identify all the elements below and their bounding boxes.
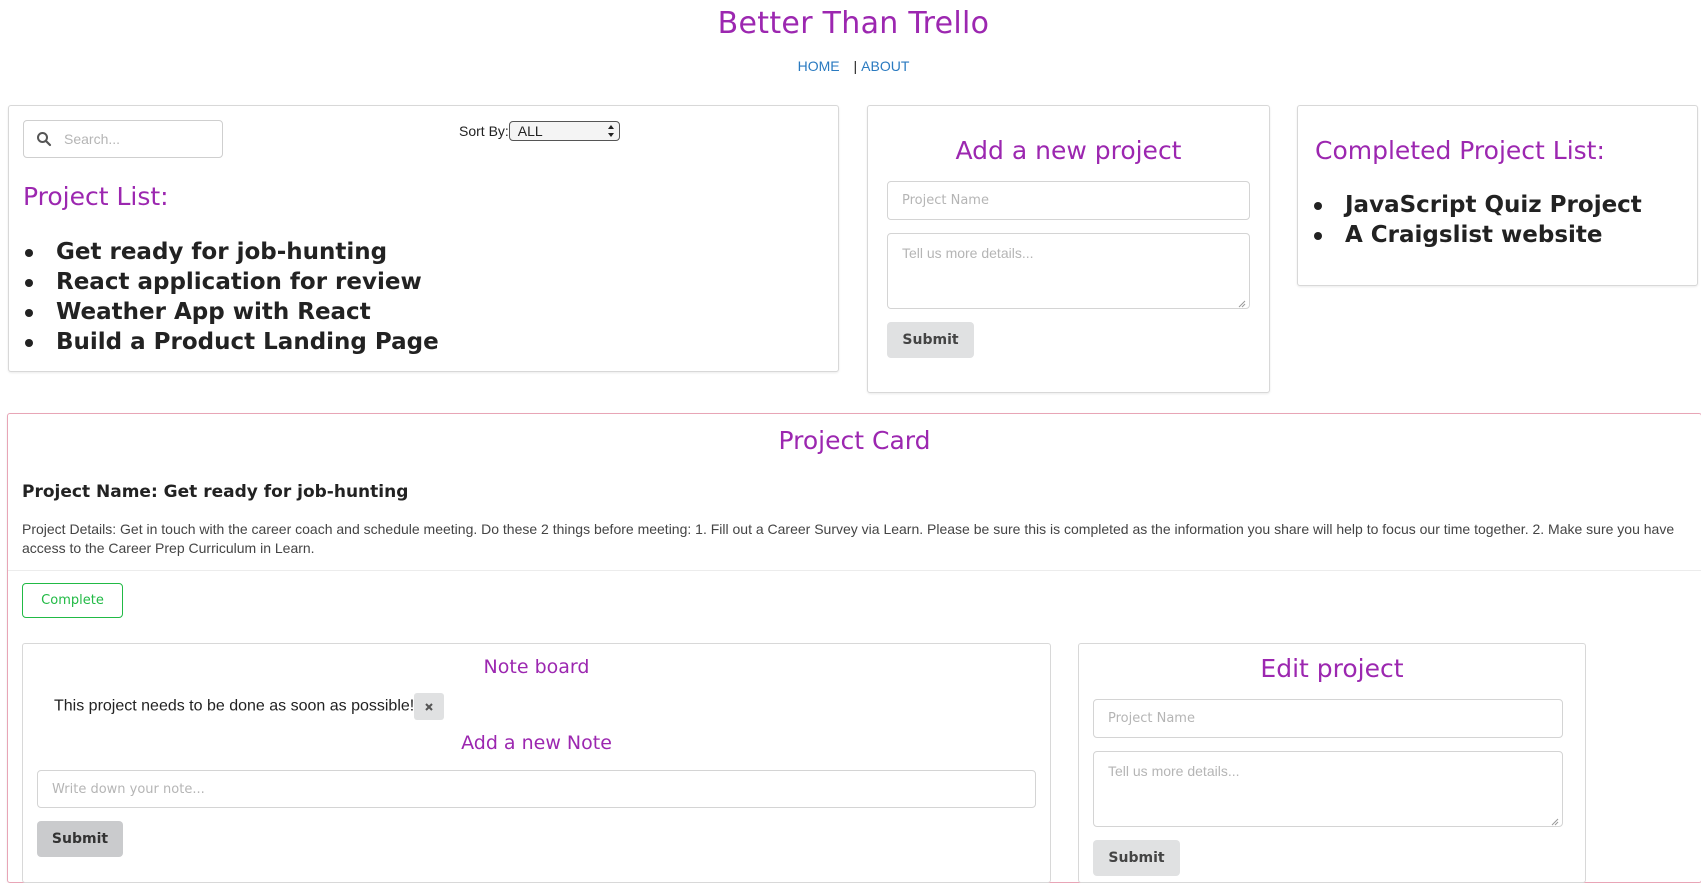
search-icon — [36, 131, 52, 147]
note-text: This project needs to be done as soon as… — [54, 697, 415, 715]
nav-home-link[interactable]: HOME — [798, 58, 840, 74]
note-board-heading: Note board — [483, 656, 590, 678]
project-list-item-label: React application for review — [56, 269, 422, 295]
edit-project-name-input[interactable] — [1094, 700, 1562, 737]
resize-grip-icon[interactable] — [1551, 815, 1559, 826]
add-note-heading: Add a new Note — [461, 732, 612, 754]
project-list-panel: Sort By: ALL Project List: Get ready for … — [8, 105, 839, 372]
project-list-item[interactable]: Get ready for job-hunting — [23, 237, 439, 267]
sort-control: Sort By: ALL — [459, 121, 620, 141]
bullet-icon — [25, 309, 33, 317]
note-input[interactable] — [38, 771, 1035, 807]
note-board-panel: Note board This project needs to be done… — [22, 643, 1051, 883]
project-list: Get ready for job-hunting React applicat… — [23, 237, 439, 357]
edit-project-submit-button[interactable]: Submit — [1093, 840, 1180, 876]
project-details-field[interactable] — [887, 233, 1250, 309]
completed-project-heading: Completed Project List: — [1315, 136, 1605, 165]
search-input[interactable] — [62, 129, 212, 149]
completed-list-item-label: A Craigslist website — [1345, 222, 1603, 248]
site-title: Better Than Trello — [717, 6, 990, 41]
project-list-item-label: Build a Product Landing Page — [56, 329, 439, 355]
project-details-textarea[interactable] — [888, 234, 1249, 308]
edit-project-name-field[interactable] — [1093, 699, 1563, 738]
project-list-item-label: Get ready for job-hunting — [56, 239, 388, 265]
edit-project-details-field[interactable] — [1093, 751, 1563, 827]
bullet-icon — [1314, 232, 1322, 240]
nav-separator: | — [853, 58, 858, 74]
project-name-field[interactable] — [887, 181, 1250, 220]
project-card-details: Project Details: Get in touch with the c… — [22, 521, 1675, 556]
select-arrows-icon — [607, 124, 615, 138]
project-card: Project Card Project Name: Get ready for… — [7, 413, 1701, 883]
sort-label: Sort By: — [459, 123, 509, 139]
project-card-name: Project Name: Get ready for job-hunting — [22, 482, 409, 502]
note-item: This project needs to be done as soon as… — [54, 693, 445, 720]
bullet-icon — [25, 249, 33, 257]
project-list-heading: Project List: — [23, 182, 169, 211]
project-list-item[interactable]: Build a Product Landing Page — [23, 327, 439, 357]
edit-project-heading: Edit project — [1260, 654, 1404, 683]
sort-select-value: ALL — [517, 123, 543, 139]
project-list-item[interactable]: Weather App with React — [23, 297, 439, 327]
project-card-heading: Project Card — [778, 426, 931, 455]
edit-project-panel: Edit project Submit — [1078, 643, 1586, 883]
project-list-item-label: Weather App with React — [56, 299, 371, 325]
bullet-icon — [1314, 202, 1322, 210]
completed-list-item[interactable]: A Craigslist website — [1312, 220, 1642, 250]
nav-about-link[interactable]: ABOUT — [861, 58, 909, 74]
card-divider — [8, 570, 1701, 571]
add-note-submit-button[interactable]: Submit — [37, 821, 123, 857]
add-project-submit-button[interactable]: Submit — [887, 322, 974, 358]
add-project-panel: Add a new project Submit — [867, 105, 1270, 393]
project-list-item[interactable]: React application for review — [23, 267, 439, 297]
add-project-heading: Add a new project — [955, 136, 1182, 165]
complete-button[interactable]: Complete — [22, 583, 123, 618]
edit-project-details-textarea[interactable] — [1094, 752, 1562, 826]
top-nav: HOME | ABOUT — [0, 58, 1701, 74]
completed-list-item[interactable]: JavaScript Quiz Project — [1312, 190, 1642, 220]
close-icon — [424, 698, 434, 715]
resize-grip-icon[interactable] — [1238, 297, 1246, 308]
project-name-input[interactable] — [888, 182, 1249, 219]
delete-note-button[interactable] — [414, 693, 445, 720]
completed-project-panel: Completed Project List: JavaScript Quiz … — [1297, 105, 1698, 286]
search-box[interactable] — [23, 120, 223, 158]
bullet-icon — [25, 279, 33, 287]
completed-list-item-label: JavaScript Quiz Project — [1345, 192, 1642, 218]
note-field[interactable] — [37, 770, 1036, 808]
sort-select[interactable]: ALL — [508, 121, 620, 141]
bullet-icon — [25, 339, 33, 347]
completed-project-list: JavaScript Quiz Project A Craigslist web… — [1312, 190, 1642, 250]
